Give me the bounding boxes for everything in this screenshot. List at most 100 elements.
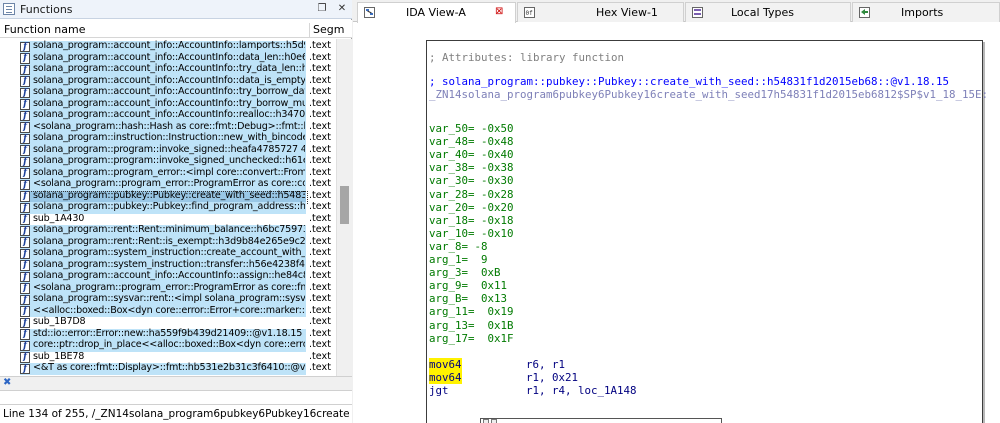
tab-label: Hex View-1 xyxy=(596,6,658,19)
tab-ida-view-a[interactable]: IDA View-A ⊠ xyxy=(357,2,516,23)
instruction-operands: r1, r4, loc_1A148 xyxy=(526,383,637,397)
variable-name: var_10= xyxy=(429,226,475,240)
close-icon[interactable]: ✕ xyxy=(336,3,348,15)
function-name: sub_1A430 xyxy=(33,212,85,224)
variable-name: var_50= xyxy=(429,122,475,135)
functions-list[interactable]: f solana_program::account_info::AccountIn… xyxy=(0,39,336,376)
functions-search-input[interactable] xyxy=(0,390,352,404)
function-segment: .text xyxy=(309,304,331,316)
function-icon: f xyxy=(20,99,30,110)
function-segment: .text xyxy=(309,40,331,51)
functions-window-icon xyxy=(3,3,15,15)
function-icon: f xyxy=(20,168,30,179)
stack-variable-line[interactable]: var_18= -0x18 xyxy=(429,214,514,227)
stack-variable-line[interactable]: var_40= -0x40 xyxy=(429,148,514,161)
restore-icon[interactable]: ❐ xyxy=(316,3,328,15)
tab-label: Imports xyxy=(901,6,944,19)
ida-graph-canvas[interactable]: ; Attributes: library function ; solana_… xyxy=(353,23,1000,423)
tab-local-types[interactable]: Local Types xyxy=(685,2,851,22)
function-icon: f xyxy=(20,306,30,317)
function-name: core::ptr::drop_in_place<<alloc::boxed::… xyxy=(33,339,305,350)
stack-variable-line[interactable]: arg_3= 0xB xyxy=(429,266,501,279)
function-segment: .text xyxy=(309,51,331,63)
variable-offset: 0x13 xyxy=(468,292,508,306)
stack-variable-line[interactable]: var_10= -0x10 xyxy=(429,227,514,240)
function-icon: f xyxy=(20,225,30,236)
function-icon: f xyxy=(20,352,30,363)
tab-imports[interactable]: Imports xyxy=(852,2,1000,22)
variable-offset: 0x1B xyxy=(474,318,514,332)
stack-variable-line[interactable]: var_30= -0x30 xyxy=(429,174,514,187)
function-name: solana_program::account_info::AccountInf… xyxy=(33,74,305,86)
view-tabbar: IDA View-A ⊠ 0f Hex View-1 Local Types I… xyxy=(353,0,1000,23)
stack-variable-line[interactable]: arg_13= 0x1B xyxy=(429,319,514,332)
instruction-line[interactable]: jgt r1, r4, loc_1A148 xyxy=(429,384,637,397)
functions-table-header: Function name Segm xyxy=(0,20,352,38)
function-icon: f xyxy=(20,363,30,374)
stack-variable-line[interactable]: var_38= -0x38 xyxy=(429,161,514,174)
variable-name: arg_11= xyxy=(429,305,475,319)
hex-view-icon: 0f xyxy=(524,7,535,18)
function-row[interactable]: f <&T as core::fmt::Display>::fmt::hb531e… xyxy=(20,362,336,375)
variable-offset: -0x48 xyxy=(474,135,514,149)
instruction-line[interactable]: mov64 r1, 0x21 xyxy=(429,370,578,384)
stack-variable-line[interactable]: var_28= -0x28 xyxy=(429,188,514,201)
stack-variable-line[interactable]: arg_9= 0x11 xyxy=(429,279,507,292)
stack-variable-line[interactable]: var_48= -0x48 xyxy=(429,135,514,148)
function-comment: ; solana_program::pubkey::Pubkey::create… xyxy=(429,75,950,88)
stack-variable-line[interactable]: arg_11= 0x19 xyxy=(429,305,514,318)
function-icon: f xyxy=(20,283,30,294)
variable-name: var_20= xyxy=(429,200,475,214)
tab-hex-view-1[interactable]: 0f Hex View-1 xyxy=(517,2,684,22)
stack-variable-line[interactable]: var_20= -0x20 xyxy=(429,201,514,214)
variable-offset: -8 xyxy=(468,239,488,253)
function-icon: f xyxy=(20,87,30,98)
functions-scrollbar[interactable] xyxy=(336,39,352,376)
basic-block-node[interactable]: ; Attributes: library function ; solana_… xyxy=(426,40,988,423)
function-segment: .text xyxy=(309,339,331,350)
function-name: <&T as core::fmt::Display>::fmt::hb531e2… xyxy=(33,362,305,373)
function-icon: f xyxy=(20,237,30,248)
variable-offset: -0x30 xyxy=(474,174,514,188)
variable-name: arg_B= xyxy=(429,292,469,306)
stack-variable-line[interactable]: arg_B= 0x13 xyxy=(429,292,507,305)
variable-offset: -0x10 xyxy=(474,226,514,240)
variable-offset: 0x11 xyxy=(468,279,508,293)
imports-icon xyxy=(859,7,870,18)
column-function-name[interactable]: Function name xyxy=(4,23,85,36)
function-name: solana_program::instruction::Instruction… xyxy=(33,132,305,143)
function-icon: f xyxy=(20,340,30,351)
functions-titlebar[interactable]: Functions ❐ ✕ xyxy=(0,0,352,19)
scrollbar-thumb[interactable] xyxy=(340,186,349,224)
function-name: <<alloc::boxed::Box<dyn core::error::Err… xyxy=(33,304,305,316)
attributes-comment: ; Attributes: library function xyxy=(429,51,625,64)
instruction-line[interactable]: mov64 r6, r1 xyxy=(429,357,565,371)
functions-filter-bar: ✖ xyxy=(0,376,352,390)
stack-variable-line[interactable]: arg_17= 0x1F xyxy=(429,332,514,345)
function-segment: .text xyxy=(309,74,331,86)
tab-label: IDA View-A xyxy=(406,6,466,19)
stack-variable-line[interactable]: arg_1= 9 xyxy=(429,253,488,266)
tab-close-icon[interactable]: ⊠ xyxy=(495,6,503,17)
tab-label: Local Types xyxy=(731,6,795,19)
function-name: <solana_program::hash::Hash as core::fmt… xyxy=(33,120,305,132)
function-name: solana_program::system_instruction::crea… xyxy=(33,247,305,258)
function-icon: f xyxy=(20,202,30,213)
variable-name: arg_13= xyxy=(429,318,475,332)
filter-close-icon[interactable]: ✖ xyxy=(3,377,11,388)
function-segment: .text xyxy=(309,235,331,247)
variable-offset: -0x20 xyxy=(474,200,514,214)
functions-pane: Functions ❐ ✕ Function name Segm f solana… xyxy=(0,0,352,423)
functions-title: Functions xyxy=(20,3,73,16)
function-icon: f xyxy=(20,64,30,75)
stack-variable-line[interactable]: var_50= -0x50 xyxy=(429,122,514,135)
stack-variable-line[interactable]: var_8= -8 xyxy=(429,240,488,253)
instruction-operands: r6, r1 xyxy=(526,357,566,371)
column-segment[interactable]: Segm xyxy=(309,23,344,37)
next-block-node[interactable] xyxy=(480,418,722,423)
function-segment: .text xyxy=(309,155,331,166)
function-icon: f xyxy=(20,53,30,64)
function-segment: .text xyxy=(309,293,331,304)
mangled-function-label[interactable]: _ZN14solana_program6pubkey6Pubkey16creat… xyxy=(429,88,988,101)
function-icon: f xyxy=(20,329,30,340)
